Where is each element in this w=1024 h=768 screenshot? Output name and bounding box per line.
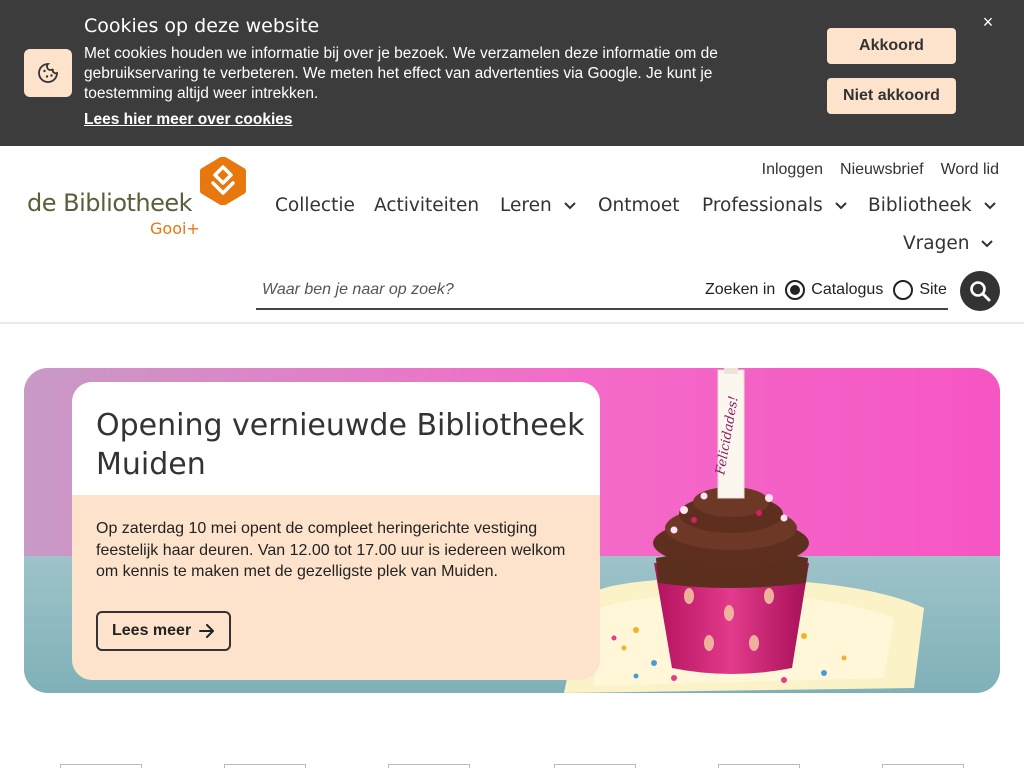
radio-catalogus[interactable] bbox=[785, 280, 806, 300]
nav-item-bibliotheek[interactable]: Bibliotheek bbox=[868, 195, 996, 216]
nav-item-activiteiten[interactable]: Activiteiten bbox=[374, 195, 479, 216]
tile[interactable] bbox=[718, 764, 800, 768]
logo-text: de Bibliotheek bbox=[27, 189, 193, 217]
radio-site-label[interactable]: Site bbox=[919, 281, 947, 299]
nav-label: Collectie bbox=[275, 195, 355, 216]
read-more-label: Lees meer bbox=[112, 622, 192, 639]
chevron-down-icon bbox=[983, 201, 996, 209]
tile[interactable] bbox=[388, 764, 470, 768]
chevron-down-icon bbox=[835, 201, 847, 209]
search-bar: Zoeken in Catalogus Site bbox=[256, 272, 948, 310]
search-button[interactable] bbox=[960, 271, 1000, 311]
hero-banner: Felicidades! Opening vernieuwde Biblioth… bbox=[24, 368, 1000, 693]
cookie-info-link[interactable]: Lees hier meer over cookies bbox=[84, 111, 293, 129]
search-icon bbox=[970, 281, 991, 302]
chevron-down-icon bbox=[981, 239, 994, 247]
nav-item-leren[interactable]: Leren bbox=[500, 195, 576, 216]
hero-card-header: Opening vernieuwde Bibliotheek Muiden bbox=[72, 382, 600, 495]
read-more-button[interactable]: Lees meer bbox=[96, 611, 232, 651]
nav-label: Professionals bbox=[702, 195, 823, 216]
nav-label: Ontmoet bbox=[598, 195, 680, 216]
hero-card: Opening vernieuwde Bibliotheek Muiden Op… bbox=[72, 382, 600, 680]
utility-links: Inloggen Nieuwsbrief Word lid bbox=[762, 161, 999, 179]
tile[interactable] bbox=[882, 764, 964, 768]
chevron-down-icon bbox=[563, 201, 576, 209]
tile-row bbox=[0, 764, 1024, 768]
cookie-title: Cookies op deze website bbox=[84, 15, 320, 37]
tile[interactable] bbox=[554, 764, 636, 768]
search-input[interactable] bbox=[256, 272, 692, 308]
close-icon[interactable]: × bbox=[978, 12, 998, 32]
nav-item-vragen[interactable]: Vragen bbox=[903, 233, 994, 254]
search-scope-label: Zoeken in bbox=[705, 281, 776, 298]
tile[interactable] bbox=[60, 764, 142, 768]
nav-label: Activiteiten bbox=[374, 195, 480, 216]
cookie-icon bbox=[24, 49, 72, 97]
nav-item-ontmoet[interactable]: Ontmoet bbox=[598, 195, 680, 216]
newsletter-link[interactable]: Nieuwsbrief bbox=[840, 161, 924, 179]
tile[interactable] bbox=[224, 764, 306, 768]
hero-description: Op zaterdag 10 mei opent de compleet her… bbox=[96, 520, 566, 580]
nav-item-professionals[interactable]: Professionals bbox=[702, 195, 847, 216]
become-member-link[interactable]: Word lid bbox=[941, 161, 999, 179]
arrow-right-icon bbox=[199, 624, 215, 638]
login-link[interactable]: Inloggen bbox=[762, 161, 823, 179]
nav-item-collectie[interactable]: Collectie bbox=[275, 195, 355, 216]
library-logo[interactable]: de Bibliotheek Gooi+ bbox=[27, 157, 249, 241]
nav-label: Vragen bbox=[903, 233, 970, 254]
search-scope: Zoeken in Catalogus Site bbox=[705, 272, 947, 308]
cookie-text: Met cookies houden we informatie bij ove… bbox=[84, 45, 718, 102]
accept-cookies-button[interactable]: Akkoord bbox=[827, 28, 956, 64]
logo-mark-icon bbox=[200, 157, 246, 205]
nav-label: Leren bbox=[500, 195, 552, 216]
radio-site[interactable] bbox=[893, 280, 914, 300]
hero-title: Opening vernieuwde Bibliotheek Muiden bbox=[96, 408, 585, 482]
header-divider bbox=[0, 322, 1024, 324]
nav-label: Bibliotheek bbox=[868, 195, 972, 216]
decline-cookies-button[interactable]: Niet akkoord bbox=[827, 78, 956, 114]
logo-subtitle: Gooi+ bbox=[150, 219, 200, 238]
cookie-banner: Cookies op deze website Met cookies houd… bbox=[0, 0, 1024, 146]
radio-catalogus-label[interactable]: Catalogus bbox=[811, 281, 883, 299]
